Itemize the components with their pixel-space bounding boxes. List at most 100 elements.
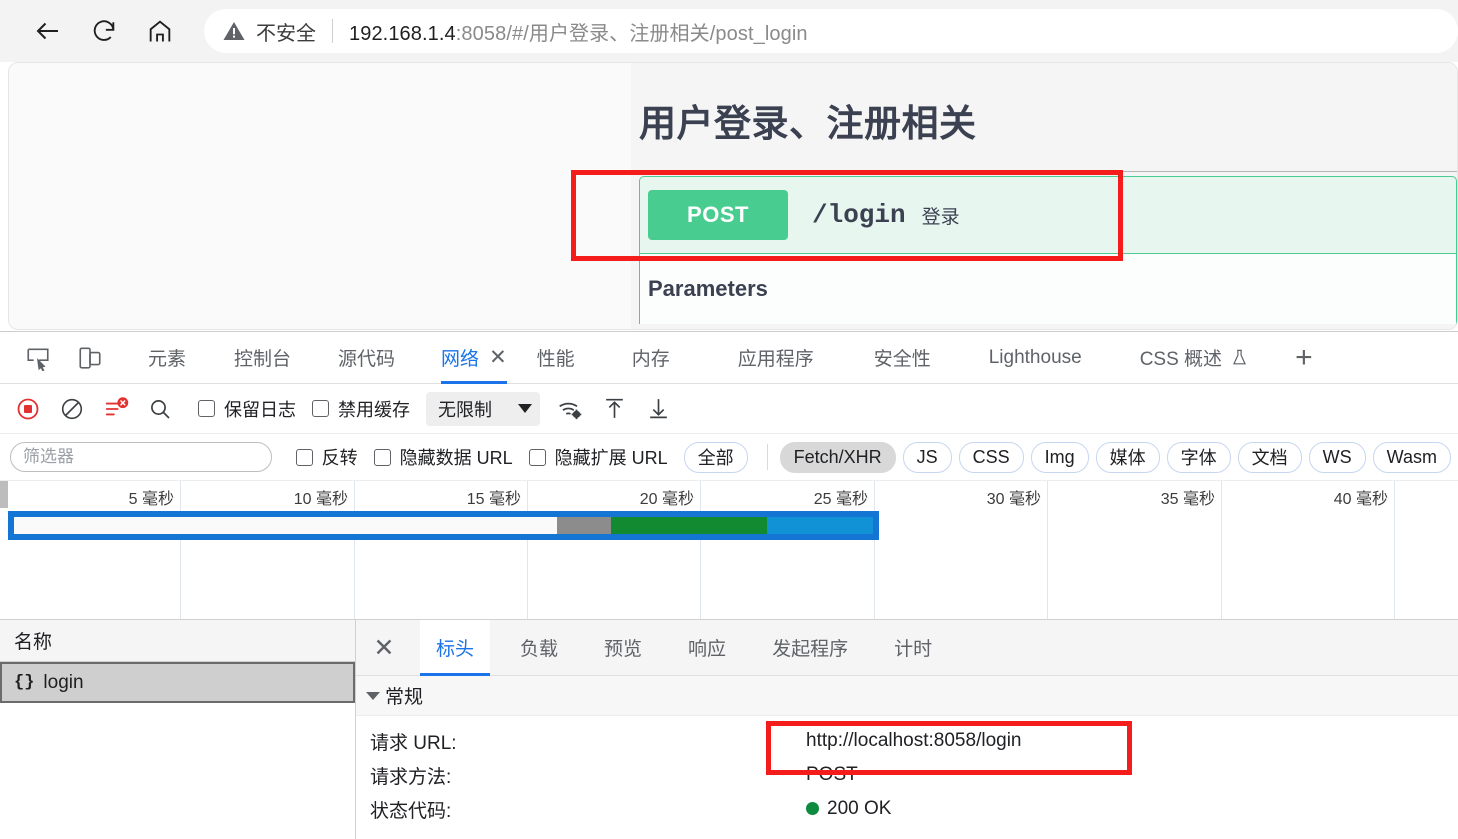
tab-label: 内存 [631, 349, 670, 370]
page-title: 用户登录、注册相关 [639, 103, 977, 144]
tab-application[interactable]: 应用程序 [738, 332, 814, 384]
add-panel-button[interactable]: + [1295, 332, 1313, 384]
timeline-tick-label: 30 毫秒 [986, 491, 1041, 508]
checkbox-box [528, 448, 546, 466]
network-overview-timeline[interactable]: 5 毫秒 10 毫秒 15 毫秒 20 毫秒 25 毫秒 30 毫秒 35 毫秒… [0, 481, 1458, 620]
devtools-panel: 元素 控制台 源代码 网络 ✕ 性能 内存 应用程序 安全性 Lighthous… [0, 331, 1458, 839]
network-conditions-button[interactable] [550, 391, 590, 427]
invert-checkbox[interactable]: 反转 [295, 444, 358, 470]
type-filter-img[interactable]: Img [1030, 441, 1089, 473]
tab-preview[interactable]: 预览 [588, 620, 658, 676]
close-network-tab-icon[interactable]: ✕ [489, 345, 507, 370]
filter-icon [105, 396, 129, 415]
tab-label: CSS 概述 [1139, 349, 1223, 370]
header-value[interactable]: http://localhost:8058/login [806, 730, 1022, 752]
device-toolbar-button[interactable] [70, 338, 110, 378]
tab-network[interactable]: 网络 ✕ [441, 332, 507, 384]
header-key: 状态代码: [370, 800, 452, 822]
type-filter-fetch-xhr[interactable]: Fetch/XHR [779, 441, 896, 473]
address-bar-url: 192.168.1.4:8058/#/用户登录、注册相关/post_login [349, 17, 808, 46]
inspect-element-button[interactable] [18, 338, 58, 378]
type-filter-all[interactable]: 全部 [683, 441, 748, 473]
timeline-tick-label: 20 毫秒 [639, 491, 694, 508]
tab-css-overview[interactable]: CSS 概述 [1140, 332, 1249, 384]
invert-label: 反转 [321, 448, 358, 468]
general-section-header[interactable]: 常规 [356, 676, 1458, 716]
import-har-button[interactable] [594, 391, 634, 427]
hide-data-urls-checkbox[interactable]: 隐藏数据 URL [373, 444, 513, 470]
tab-memory[interactable]: 内存 [632, 332, 670, 384]
overview-selection-bar[interactable] [8, 511, 879, 540]
checkbox-box [373, 448, 391, 466]
tab-response[interactable]: 响应 [672, 620, 742, 676]
timeline-gridline [1394, 481, 1395, 619]
type-filter-ws[interactable]: WS [1308, 441, 1366, 473]
json-braces-icon: {} [14, 673, 35, 692]
record-button[interactable] [8, 390, 48, 427]
preserve-log-label: 保留日志 [224, 399, 296, 420]
tab-elements[interactable]: 元素 [148, 332, 186, 384]
tab-label: 计时 [894, 639, 933, 660]
type-filter-font[interactable]: 字体 [1166, 441, 1231, 473]
network-toolbar: 保留日志 禁用缓存 无限制 [0, 384, 1458, 434]
tab-headers[interactable]: 标头 [420, 619, 491, 676]
parameters-heading: Parameters [648, 276, 768, 301]
type-filter-doc[interactable]: 文档 [1237, 441, 1302, 473]
table-row[interactable]: {} login [0, 662, 355, 703]
throttling-dropdown[interactable]: 无限制 [426, 391, 540, 426]
header-row-status-code: 状态代码: 200 OK [356, 792, 1458, 826]
reload-button[interactable] [82, 9, 126, 53]
export-har-button[interactable] [638, 391, 678, 427]
disable-cache-checkbox[interactable]: 禁用缓存 [312, 396, 410, 422]
tab-sources[interactable]: 源代码 [338, 332, 395, 384]
tab-initiator[interactable]: 发起程序 [756, 620, 864, 676]
type-filter-media[interactable]: 媒体 [1095, 441, 1160, 473]
close-detail-icon[interactable]: ✕ [370, 633, 398, 663]
operation-body: Parameters [639, 254, 1457, 324]
tab-console[interactable]: 控制台 [234, 332, 291, 384]
type-filter-wasm[interactable]: Wasm [1372, 441, 1451, 473]
type-filter-js[interactable]: JS [902, 441, 952, 473]
clear-button[interactable] [52, 391, 92, 427]
hide-extension-urls-checkbox[interactable]: 隐藏扩展 URL [528, 444, 668, 470]
tab-label: 元素 [148, 349, 187, 370]
chip-label: 文档 [1251, 448, 1288, 468]
filter-button[interactable] [96, 390, 136, 427]
home-button[interactable] [138, 9, 182, 53]
overview-left-handle[interactable] [0, 481, 8, 508]
tab-label: 控制台 [234, 349, 292, 370]
download-arrow-icon [649, 399, 667, 419]
triangle-down-icon [366, 691, 380, 700]
chip-label: 媒体 [1109, 448, 1146, 468]
request-list-column-name[interactable]: 名称 [0, 620, 355, 662]
type-filter-css[interactable]: CSS [958, 441, 1024, 473]
back-button[interactable] [26, 9, 70, 53]
tab-payload[interactable]: 负载 [504, 620, 574, 676]
chip-label: Fetch/XHR [793, 446, 882, 467]
warning-triangle-icon [223, 22, 245, 40]
preserve-log-checkbox[interactable]: 保留日志 [198, 396, 296, 422]
page-viewport: 用户登录、注册相关 POST /login 登录 Parameters [8, 62, 1458, 330]
tab-performance[interactable]: 性能 [537, 332, 575, 384]
timeline-tick-label: 25 毫秒 [813, 491, 868, 508]
tab-lighthouse[interactable]: Lighthouse [989, 332, 1082, 384]
chip-label: JS [916, 446, 938, 467]
timeline-gridline [874, 481, 875, 619]
header-key: 请求 URL: [370, 732, 457, 754]
tab-label: 安全性 [873, 349, 931, 370]
plus-icon: + [1295, 340, 1313, 374]
overview-segment-response [767, 517, 873, 534]
timeline-gridline [1047, 481, 1048, 619]
overview-segment-idle [14, 517, 557, 534]
hide-data-urls-label: 隐藏数据 URL [399, 448, 513, 468]
search-button[interactable] [140, 391, 180, 427]
operation-post-login[interactable]: POST /login 登录 [639, 176, 1457, 254]
address-bar[interactable]: 不安全 192.168.1.4:8058/#/用户登录、注册相关/post_lo… [204, 9, 1458, 53]
throttling-value: 无限制 [438, 399, 492, 420]
tab-timing[interactable]: 计时 [878, 620, 948, 676]
tab-label: 负载 [520, 639, 559, 660]
tab-label: Lighthouse [988, 346, 1082, 368]
tab-security[interactable]: 安全性 [874, 332, 931, 384]
timeline-gridline [180, 481, 181, 619]
filter-input[interactable] [10, 442, 272, 472]
